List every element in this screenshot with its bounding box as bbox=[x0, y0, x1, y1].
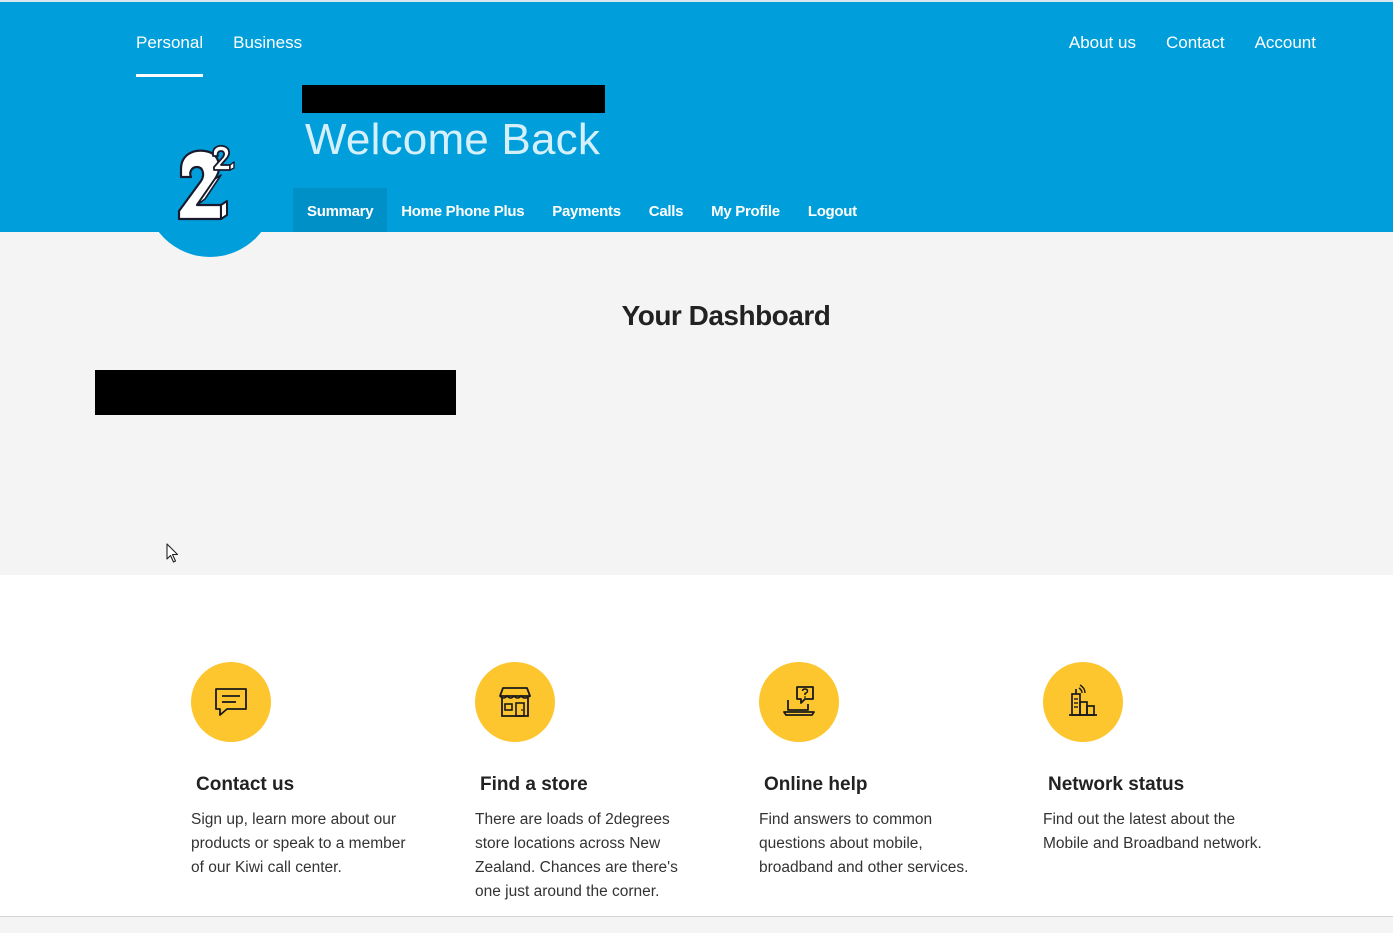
account-subnav: Summary Home Phone Plus Payments Calls M… bbox=[293, 188, 871, 234]
card-text: Find out the latest about the Mobile and… bbox=[1043, 811, 1262, 852]
chat-bubble-icon bbox=[191, 662, 271, 742]
nav-contact[interactable]: Contact bbox=[1166, 33, 1225, 53]
welcome-heading: Welcome Back bbox=[305, 115, 601, 164]
card-title[interactable]: Contact us bbox=[196, 774, 421, 796]
nav-about-us[interactable]: About us bbox=[1069, 33, 1136, 53]
laptop-help-icon bbox=[759, 662, 839, 742]
help-cards: Contact us Sign up, learn more about our… bbox=[0, 575, 1393, 916]
page-title: Your Dashboard bbox=[621, 300, 831, 331]
redacted-block bbox=[302, 85, 605, 113]
tab-calls[interactable]: Calls bbox=[635, 188, 697, 234]
card-title[interactable]: Network status bbox=[1048, 774, 1273, 796]
card-network-status[interactable]: Network status Find out the latest about… bbox=[1043, 662, 1273, 856]
brand-logo[interactable] bbox=[145, 127, 275, 257]
card-text: Find answers to common questions about m… bbox=[759, 811, 969, 876]
nav-account[interactable]: Account bbox=[1255, 33, 1316, 53]
top-nav-left: Personal Business bbox=[136, 33, 332, 77]
tab-logout[interactable]: Logout bbox=[794, 188, 871, 234]
card-text: Sign up, learn more about our products o… bbox=[191, 811, 406, 876]
card-find-a-store[interactable]: Find a store There are loads of 2degrees… bbox=[475, 662, 705, 904]
tab-summary[interactable]: Summary bbox=[293, 188, 388, 234]
network-tower-icon bbox=[1043, 662, 1123, 742]
tab-home-phone-plus[interactable]: Home Phone Plus bbox=[387, 188, 538, 234]
store-icon bbox=[475, 662, 555, 742]
card-text: There are loads of 2degrees store locati… bbox=[475, 811, 678, 900]
mouse-cursor-icon bbox=[166, 543, 179, 563]
dashboard-area: Your Dashboard bbox=[0, 232, 1393, 575]
logo-2degrees-icon bbox=[177, 144, 235, 221]
tab-my-profile[interactable]: My Profile bbox=[697, 188, 794, 234]
nav-personal[interactable]: Personal bbox=[136, 33, 204, 77]
nav-business[interactable]: Business bbox=[233, 33, 302, 77]
card-online-help[interactable]: Online help Find answers to common quest… bbox=[759, 662, 989, 880]
footer-divider bbox=[0, 916, 1393, 933]
top-nav-right: About us Contact Account bbox=[1039, 33, 1316, 53]
card-title[interactable]: Find a store bbox=[480, 774, 705, 796]
tab-payments[interactable]: Payments bbox=[538, 188, 634, 234]
card-title[interactable]: Online help bbox=[764, 774, 989, 796]
redacted-block bbox=[95, 370, 456, 415]
card-contact-us[interactable]: Contact us Sign up, learn more about our… bbox=[191, 662, 421, 880]
